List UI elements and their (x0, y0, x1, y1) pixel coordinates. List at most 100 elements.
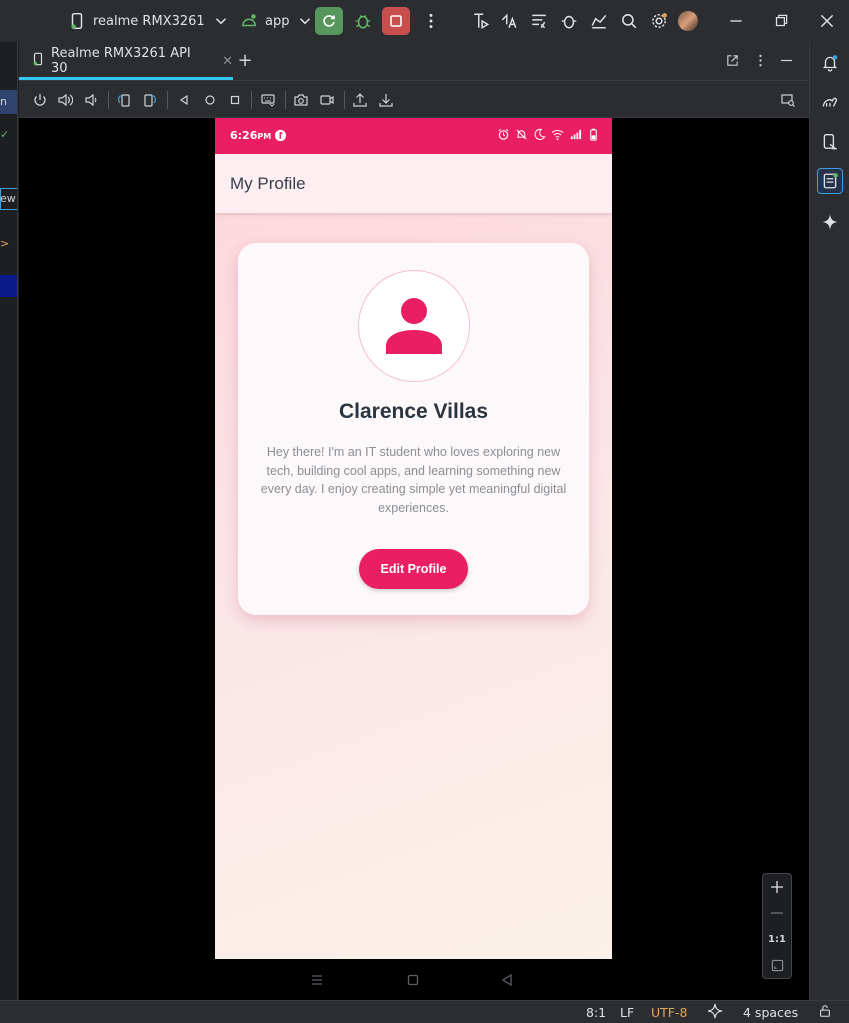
home-button[interactable] (201, 91, 219, 109)
minimize-icon (725, 10, 747, 32)
upload-button[interactable] (351, 91, 369, 109)
zoom-out-button[interactable] (763, 902, 791, 924)
ai-assistant-icon[interactable] (707, 1003, 723, 1022)
minimize-icon (780, 59, 793, 62)
logcat-button[interactable] (528, 0, 550, 42)
running-devices-button[interactable] (817, 168, 843, 194)
gradle-button[interactable] (817, 89, 843, 115)
device-manager-icon (823, 134, 837, 150)
apply-changes-button[interactable] (315, 7, 343, 35)
external-link-icon (727, 55, 738, 66)
debug-button[interactable] (352, 0, 374, 42)
profile-name: Clarence Villas (338, 400, 489, 423)
volume-down-button[interactable] (82, 91, 100, 109)
recents-nav-button[interactable] (310, 972, 326, 988)
app-inspection-button[interactable] (588, 0, 610, 42)
minimize-button[interactable] (725, 0, 747, 42)
caret-position[interactable]: 8:1 (586, 1005, 606, 1020)
tab-device[interactable]: Realme RMX3261 API 30 ✕ (19, 42, 233, 80)
volume-up-button[interactable] (56, 91, 74, 109)
toolbar-divider (344, 91, 345, 109)
upload-icon (353, 93, 367, 107)
ide-status-bar: 8:1 LF UTF-8 4 spaces (0, 1000, 849, 1023)
stop-button[interactable] (382, 7, 410, 35)
code-selection (0, 275, 17, 297)
home-square-icon (407, 974, 419, 986)
person-icon (386, 298, 442, 354)
rotate-right-button[interactable] (141, 91, 159, 109)
add-tab-button[interactable]: + (235, 51, 255, 71)
open-external-button[interactable] (725, 53, 740, 72)
gear-icon (648, 10, 670, 32)
close-icon[interactable]: ✕ (222, 54, 233, 69)
record-button[interactable] (318, 91, 336, 109)
layout-inspector-button[interactable] (779, 91, 797, 109)
tab-options-button[interactable] (753, 53, 768, 72)
bug-outline-icon (558, 10, 580, 32)
status-icons (497, 128, 600, 141)
back-nav-button[interactable] (500, 972, 516, 988)
title-bar: realme RMX3261 app (0, 0, 849, 42)
close-button[interactable] (816, 0, 838, 42)
back-button[interactable] (175, 91, 193, 109)
notification-app-icon (274, 129, 287, 145)
device-name: realme RMX3261 (93, 13, 205, 29)
toolbar-divider (285, 91, 286, 109)
back-triangle-icon (501, 973, 512, 987)
phone-icon (31, 52, 45, 70)
overview-button[interactable] (226, 91, 244, 109)
phone-screen[interactable]: 6:26PM My Profile Clarence Villas Hey th… (215, 118, 612, 959)
chevron-down-icon (294, 10, 316, 32)
notifications-button[interactable] (817, 50, 843, 76)
user-avatar[interactable] (678, 0, 698, 42)
gradle-icon (822, 97, 838, 107)
gemini-button[interactable] (817, 209, 843, 235)
alarm-icon (498, 128, 509, 140)
zoom-in-button[interactable] (763, 876, 791, 898)
indent-setting[interactable]: 4 spaces (743, 1005, 798, 1020)
avatar (358, 270, 470, 382)
line-ending[interactable]: LF (620, 1005, 634, 1020)
profiler-icon (470, 10, 492, 32)
emulator-toolbar (19, 80, 809, 118)
screenshot-button[interactable] (292, 91, 310, 109)
profiler-button[interactable] (470, 0, 492, 42)
more-menu-button[interactable] (420, 0, 442, 42)
plus-icon (771, 881, 783, 893)
avatar-image (678, 11, 698, 31)
home-nav-button[interactable] (406, 972, 422, 988)
app-top-bar: My Profile (215, 154, 612, 213)
hide-panel-button[interactable] (779, 53, 794, 72)
power-icon (34, 94, 46, 106)
power-button[interactable] (31, 91, 49, 109)
rotate-left-button[interactable] (115, 91, 133, 109)
running-devices-icon (823, 173, 838, 189)
download-button[interactable] (377, 91, 395, 109)
restore-button[interactable] (770, 0, 792, 42)
code-fragment: n (0, 95, 7, 108)
translate-button[interactable] (498, 0, 520, 42)
translate-icon (498, 10, 520, 32)
download-icon (379, 94, 393, 107)
phone-icon (66, 10, 88, 32)
settings-button[interactable] (648, 0, 670, 42)
toolbar-divider (108, 91, 109, 109)
device-manager-button[interactable] (817, 129, 843, 155)
attach-debugger-button[interactable] (558, 0, 580, 42)
zoom-actual-size-button[interactable]: 1:1 (763, 928, 791, 950)
toolbar-divider (251, 91, 252, 109)
more-vertical-icon (759, 54, 762, 67)
volume-down-icon (85, 93, 97, 107)
device-selector[interactable]: realme RMX3261 (66, 0, 232, 42)
back-triangle-icon (179, 94, 188, 106)
camera-icon (294, 94, 308, 106)
keyboard-button[interactable] (259, 91, 277, 109)
file-encoding[interactable]: UTF-8 (651, 1005, 687, 1020)
search-button[interactable] (618, 0, 640, 42)
zoom-fit-button[interactable] (763, 954, 791, 976)
module-selector[interactable]: app (238, 0, 316, 42)
home-circle-icon (205, 95, 215, 105)
lock-icon[interactable] (818, 1004, 832, 1021)
profile-card: Clarence Villas Hey there! I'm an IT stu… (238, 243, 589, 615)
edit-profile-button[interactable]: Edit Profile (359, 549, 468, 589)
